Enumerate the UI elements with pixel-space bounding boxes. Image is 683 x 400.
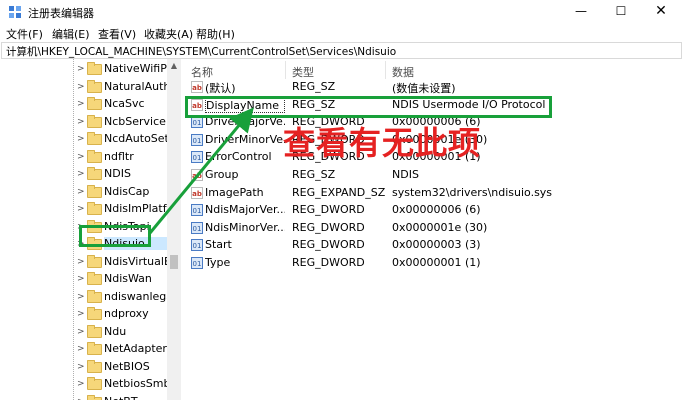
annotation-text: 查看有无此项 [283, 124, 482, 162]
annotation-arrow [148, 107, 254, 234]
